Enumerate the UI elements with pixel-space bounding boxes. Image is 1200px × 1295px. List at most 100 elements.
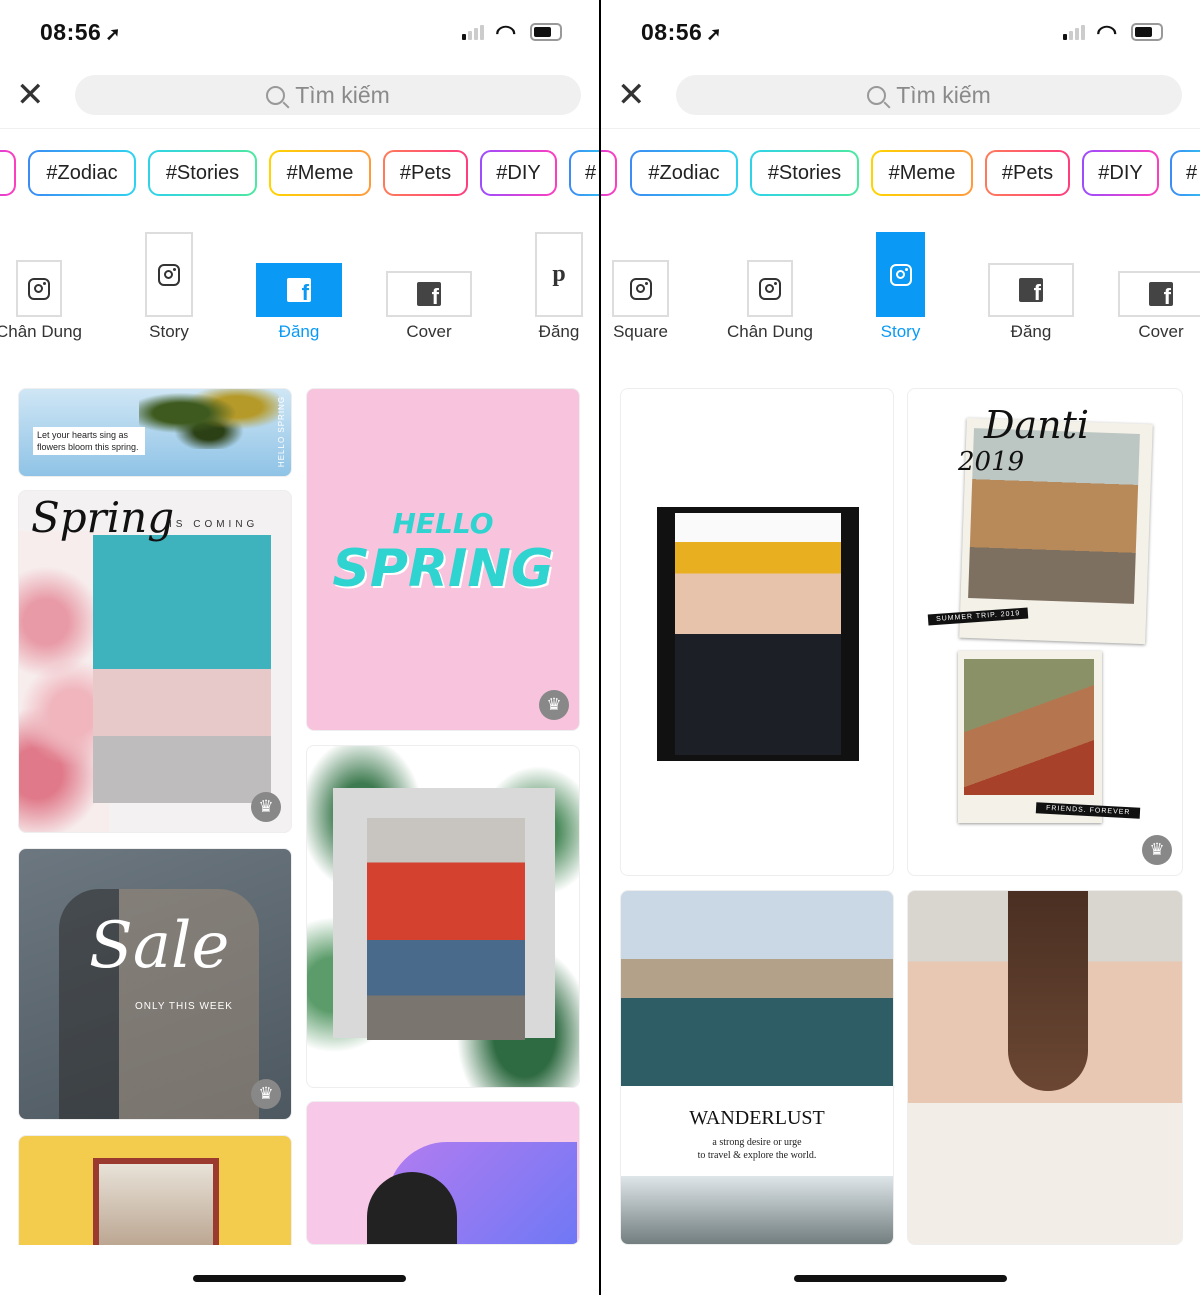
sale-subtitle: ONLY THIS WEEK (135, 1001, 233, 1012)
header-divider (0, 128, 599, 129)
hashtag-label: #DIY (482, 152, 555, 194)
wifi-icon: ◠ (495, 22, 517, 44)
format-option-đăng[interactable]: f Đăng (256, 263, 342, 341)
hashtag-chip[interactable]: #Stories (148, 150, 257, 196)
battery-icon (1131, 23, 1163, 41)
instagram-icon (28, 277, 50, 300)
template-card-man-red-hoodie[interactable] (306, 745, 580, 1088)
hashtag-chip[interactable]: # (569, 150, 599, 196)
signal-icon (1063, 25, 1085, 40)
template-card-spring-is-coming[interactable]: Spring IS COMING ♛ (18, 490, 292, 833)
premium-crown-icon: ♛ (251, 1079, 281, 1109)
photo-woman-pink-coat (93, 535, 271, 803)
template-card-family[interactable] (18, 1135, 292, 1245)
signal-bar (474, 28, 478, 40)
home-indicator[interactable] (794, 1275, 1007, 1282)
format-option-story[interactable]: Story (145, 232, 193, 341)
template-card-sale[interactable]: Sale ONLY THIS WEEK ♛ (18, 848, 292, 1120)
facebook-icon: f (1019, 278, 1043, 302)
time-text: 08:56 (40, 19, 102, 45)
signal-bar (480, 25, 484, 40)
hashtag-chip[interactable]: #DIY (480, 150, 557, 196)
premium-crown-icon: ♛ (251, 792, 281, 822)
search-icon (266, 85, 286, 105)
photo-boy-yellow-beanie (675, 513, 841, 755)
search-input[interactable]: Tìm kiếm (75, 75, 581, 115)
banner-quote: Let your hearts sing as flowers bloom th… (33, 427, 145, 455)
hashtag-label: #Pets (385, 152, 466, 194)
format-label: Square (613, 322, 668, 341)
template-grid: Danti 2019 SUMMER TRIP. 2019 FRIENDS. FOREV… (601, 380, 1200, 1245)
template-card-boy-yellow-beanie[interactable] (620, 388, 894, 876)
hashtag-label: #Stories (752, 152, 857, 194)
hashtag-chip-partial[interactable] (0, 150, 16, 196)
format-label: Đăng (278, 322, 320, 341)
format-thumbnail (747, 260, 793, 317)
pinterest-icon: p (552, 261, 566, 287)
format-option-cover[interactable]: f Cover (386, 271, 472, 341)
hashtag-chip[interactable]: #DIY (1082, 150, 1159, 196)
spring-script-title: Spring (31, 493, 175, 542)
photo-sea-cliffs (621, 891, 893, 1086)
template-card-hello-spring-banner[interactable]: Let your hearts sing as flowers bloom th… (18, 388, 292, 477)
format-thumbnail: f (256, 263, 342, 317)
signal-bar (1075, 28, 1079, 40)
hashtag-chip[interactable]: #Zodiac (28, 150, 136, 196)
hashtag-chip[interactable]: #Stories (750, 150, 859, 196)
time-text: 08:56 (641, 19, 703, 45)
facebook-icon: f (417, 282, 441, 306)
format-label: Đăng (1010, 322, 1052, 341)
hashtag-label: #Pets (987, 152, 1068, 194)
hashtag-chip[interactable]: #Meme (269, 150, 371, 196)
format-option-đăng[interactable]: f Đăng (988, 263, 1074, 341)
danti-script-title: Danti (984, 403, 1090, 447)
close-icon[interactable]: ✕ (16, 78, 45, 112)
photo-friends-lying (964, 659, 1094, 795)
template-card-wanderlust[interactable]: WANDERLUST a strong desire or urge to trav… (620, 890, 894, 1245)
template-card-bride[interactable] (907, 890, 1183, 1245)
hashtag-label: #Meme (873, 152, 971, 194)
format-label: Cover (1138, 322, 1184, 341)
family-photo-frame (93, 1158, 219, 1245)
format-option-chân-dung[interactable]: Chân Dung (727, 260, 813, 341)
banner-side-text: HELLO SPRING (276, 395, 286, 468)
signal-bar (1069, 31, 1073, 40)
signal-bar (462, 34, 466, 40)
status-time: 08:56 ➚ (641, 19, 722, 46)
search-placeholder: Tìm kiếm (295, 81, 390, 108)
format-option-đăng[interactable]: p Đăng (535, 232, 583, 341)
battery-level (1135, 27, 1152, 37)
format-thumbnail: f (1118, 271, 1200, 317)
hashtag-chip[interactable]: #Pets (383, 150, 468, 196)
format-label: Đăng (538, 322, 580, 341)
search-placeholder: Tìm kiếm (896, 81, 991, 108)
format-label: Chân Dung (726, 322, 813, 341)
template-card-purple-waves[interactable] (306, 1101, 580, 1245)
spring-subtitle: IS COMING (169, 519, 259, 530)
format-option-story[interactable]: Story (876, 232, 925, 341)
photo-cliffs-bottom (621, 1176, 893, 1244)
close-icon[interactable]: ✕ (617, 78, 646, 112)
hashtag-label: #Meme (271, 152, 369, 194)
signal-bar (468, 31, 472, 40)
signal-bar (1081, 25, 1085, 40)
sale-script-title: Sale (89, 909, 230, 983)
format-option-square[interactable]: Square (612, 260, 669, 341)
format-option-cover[interactable]: f Cover (1118, 271, 1200, 341)
left-phone-screen: 08:56 ➚ ◠ ✕ Tìm kiếm #Zodiac #Stories #Meme #Pet… (0, 0, 599, 1295)
hashtag-chip[interactable]: #Meme (871, 150, 973, 196)
format-option-chân-dung[interactable]: Chân Dung (0, 260, 82, 341)
template-card-danti-2019[interactable]: Danti 2019 SUMMER TRIP. 2019 FRIENDS. FOREV… (907, 388, 1183, 876)
location-arrow-icon: ➚ (706, 24, 722, 44)
hashtag-chip[interactable]: #Pets (985, 150, 1070, 196)
format-label: Story (149, 322, 189, 341)
home-indicator[interactable] (193, 1275, 406, 1282)
hashtag-label: # (571, 152, 599, 194)
hashtag-chip[interactable]: #Zodiac (630, 150, 738, 196)
hashtag-chip[interactable]: # (1170, 150, 1200, 196)
facebook-icon: f (287, 278, 311, 302)
search-input[interactable]: Tìm kiếm (676, 75, 1182, 115)
instagram-icon (158, 263, 180, 286)
hashtag-chip-partial[interactable] (601, 150, 617, 196)
template-card-hello-spring-pink[interactable]: HELLO SPRING ♛ (306, 388, 580, 731)
